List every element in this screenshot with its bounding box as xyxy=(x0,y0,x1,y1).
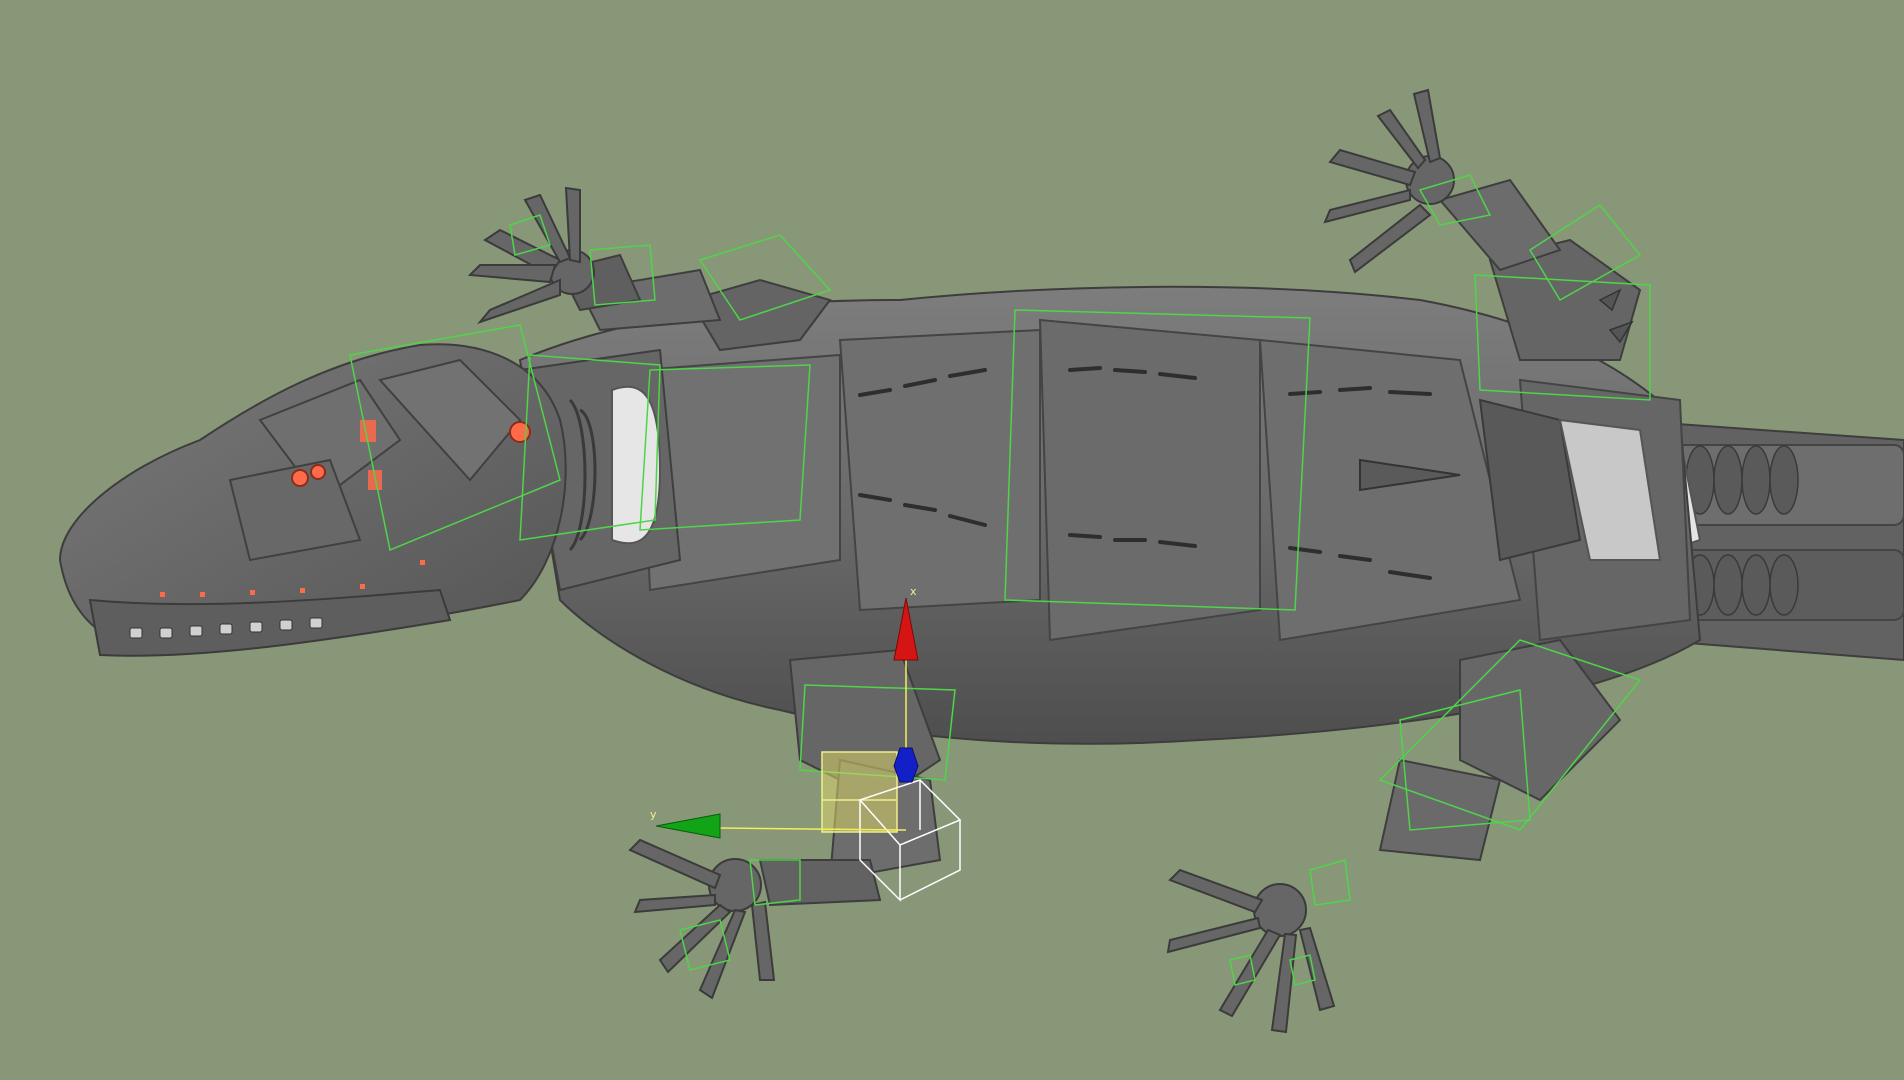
rear-left-foot[interactable] xyxy=(1323,88,1455,274)
svg-text:x: x xyxy=(910,585,917,598)
svg-text:y: y xyxy=(650,808,657,821)
y-axis-handle[interactable]: y xyxy=(650,808,721,839)
scene-canvas[interactable]: x y xyxy=(0,0,1904,1080)
front-right-foot[interactable] xyxy=(628,838,776,1000)
rear-right-foot[interactable] xyxy=(1166,868,1336,1034)
3d-viewport[interactable]: x y xyxy=(0,0,1904,1080)
head[interactable] xyxy=(58,343,567,657)
